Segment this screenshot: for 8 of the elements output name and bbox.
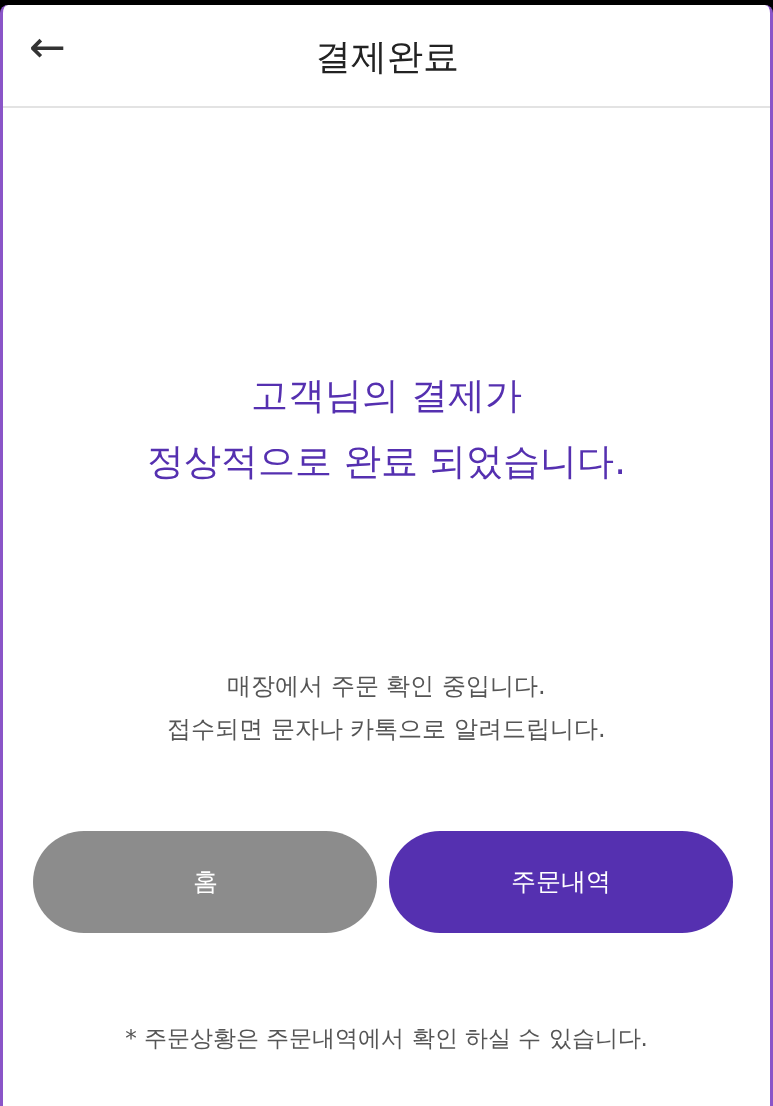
headline-text: 고객님의 결제가 bbox=[251, 373, 522, 419]
note-text: * 주문상황은 주문내역에서 확인 하실 수 있습니다. bbox=[124, 1024, 649, 1053]
back-button[interactable]: ← bbox=[29, 25, 66, 69]
page-title: 결제완료 bbox=[314, 35, 459, 79]
info-text: 매장에서 주문 확인 중입니다. bbox=[227, 671, 546, 702]
info-text: 접수되면 문자나 카톡으로 알려드립니다. bbox=[167, 714, 606, 745]
headline-text: 정상적으로 완료 되었습니다. bbox=[146, 439, 627, 485]
order-history-button[interactable]: 주문내역 bbox=[389, 831, 733, 933]
